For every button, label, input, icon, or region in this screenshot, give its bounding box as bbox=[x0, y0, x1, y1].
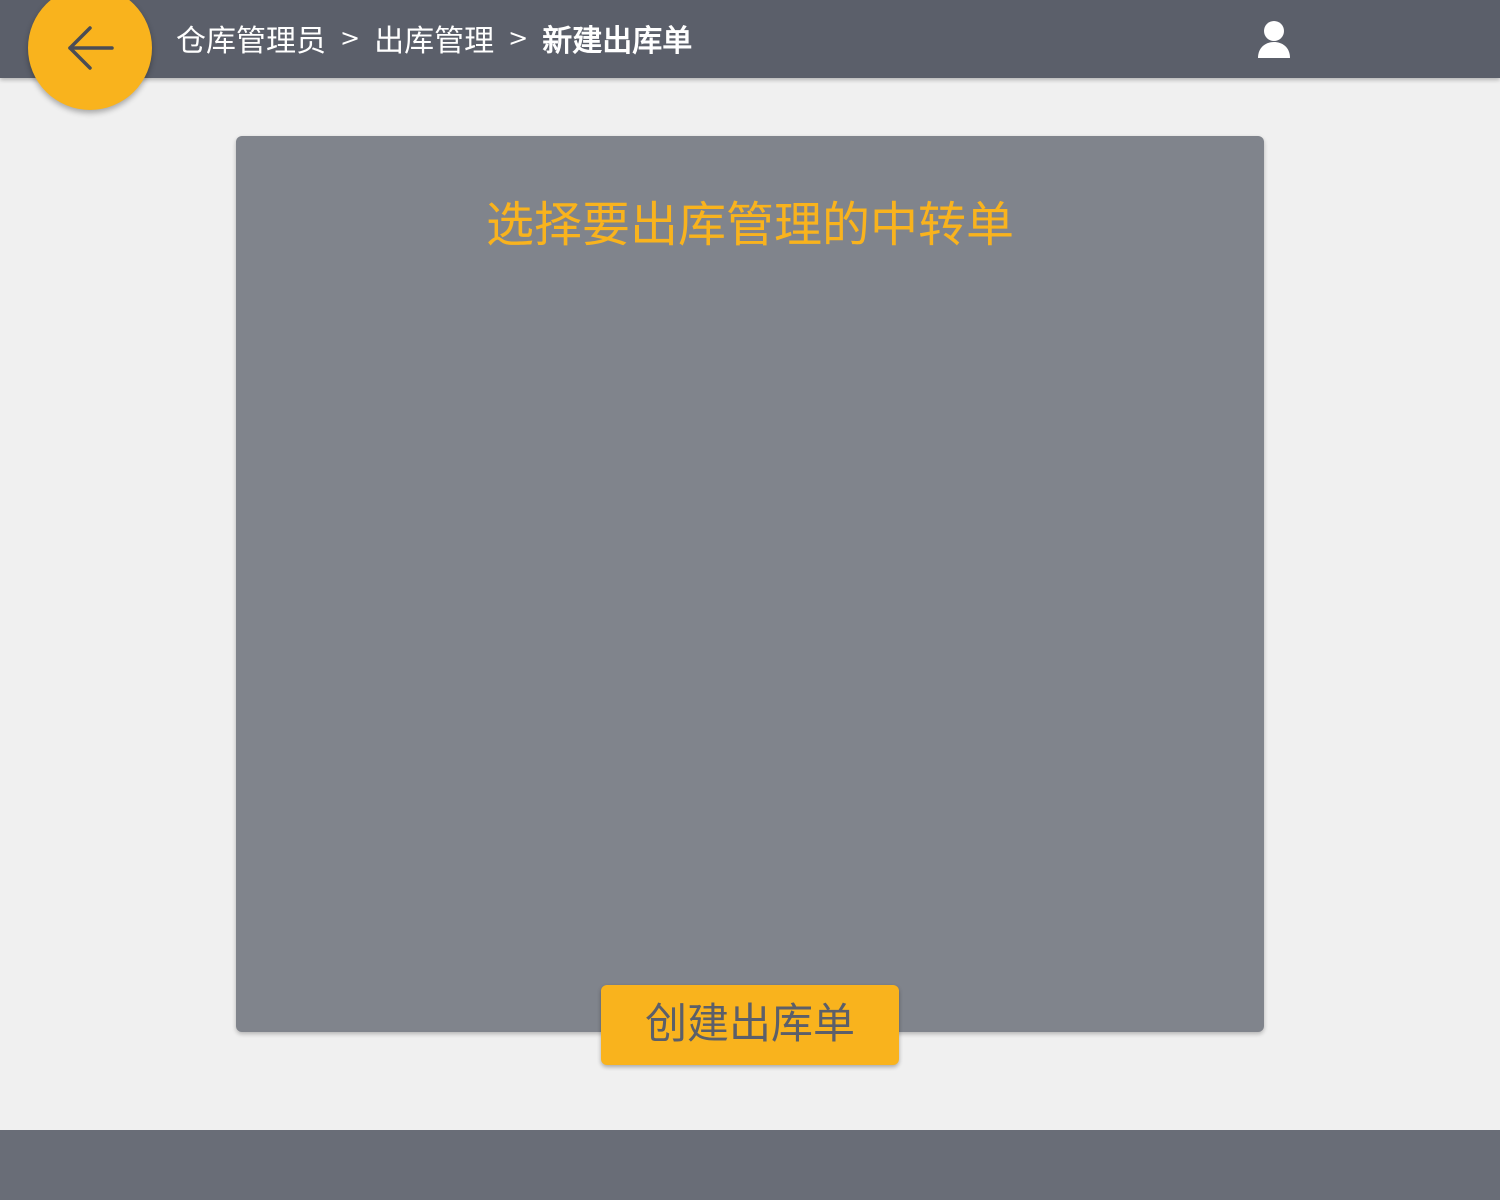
breadcrumb-separator: > bbox=[508, 24, 529, 52]
breadcrumb-item-new-outbound-order: 新建出库单 bbox=[542, 24, 693, 59]
breadcrumb-item-outbound-management[interactable]: 出库管理 bbox=[374, 16, 494, 60]
breadcrumb: 仓库管理员 > 出库管理 > 新建出库单 bbox=[176, 16, 693, 60]
back-button[interactable] bbox=[28, 0, 152, 110]
panel-title: 选择要出库管理的中转单 bbox=[485, 197, 1014, 253]
breadcrumb-separator: > bbox=[340, 24, 361, 52]
top-bar: 仓库管理员 > 出库管理 > 新建出库单 bbox=[0, 0, 1500, 78]
user-icon[interactable] bbox=[1256, 20, 1292, 60]
arrow-left-icon bbox=[68, 26, 114, 70]
transfer-order-list[interactable] bbox=[260, 280, 1240, 970]
create-outbound-order-button[interactable]: 创建出库单 bbox=[601, 985, 899, 1065]
breadcrumb-item-warehouse-admin[interactable]: 仓库管理员 bbox=[176, 16, 326, 60]
footer-bar bbox=[0, 1130, 1500, 1200]
